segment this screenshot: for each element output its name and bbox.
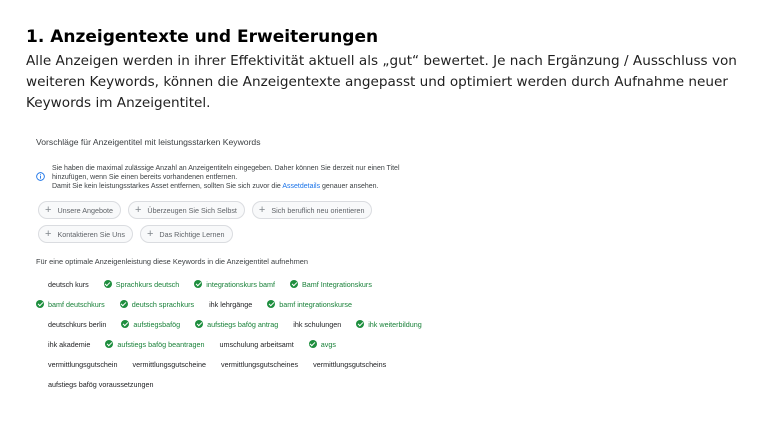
keyword-item[interactable]: Sprachkurs deutsch [103, 279, 180, 289]
keyword-item[interactable]: aufstiegs bafög beantragen [105, 340, 204, 349]
plus-icon: + [45, 203, 52, 216]
asset-details-link[interactable]: Assetdetails [282, 183, 320, 190]
keyword-item[interactable]: vermittlungsgutscheines [221, 360, 298, 369]
plus-icon: + [146, 227, 154, 240]
keyword-row: deutsch kurs Sprachkurs deutsch integrat… [36, 274, 476, 294]
keyword-label: umschulung arbeitsamt [219, 339, 294, 349]
keyword-list: deutsch kurs Sprachkurs deutsch integrat… [36, 274, 476, 394]
slide-title: 1. Anzeigentexte und Erweiterungen [26, 27, 379, 47]
check-circle-icon [195, 320, 204, 328]
keyword-label: vermittlungsgutschein [48, 359, 118, 369]
info-line-3: Damit Sie kein leistungsstarkes Asset en… [52, 182, 400, 191]
check-circle-icon [194, 280, 203, 288]
keyword-item[interactable]: aufstiegs bafög antrag [195, 320, 278, 329]
keyword-label: avgs [320, 339, 336, 349]
chip-unsere-angebote[interactable]: + Unsere Angebote [38, 201, 121, 219]
keyword-item[interactable]: Bamf Integrationskurs [290, 280, 372, 289]
keyword-label: ihk lehrgänge [209, 299, 253, 309]
keyword-item[interactable]: ihk akademie [48, 340, 90, 349]
check-circle-icon [290, 280, 298, 288]
keyword-item[interactable]: vermittlungsgutschein [48, 360, 118, 369]
keyword-label: deutsch kurs [48, 279, 89, 289]
keyword-label: ihk akademie [48, 339, 91, 349]
keyword-item[interactable]: deutschkurs berlin [48, 320, 106, 329]
slide-body-text: Alle Anzeigen werden in ihrer Effektivit… [26, 53, 737, 111]
keyword-item[interactable]: ihk lehrgänge [209, 300, 252, 309]
check-circle-icon [308, 340, 317, 348]
keyword-item[interactable]: ihk weiterbildung [356, 320, 422, 329]
keyword-item[interactable]: deutsch kurs [48, 280, 89, 289]
keyword-label: vermittlungsgutscheines [221, 359, 299, 369]
keyword-label: vermittlungsgutscheine [132, 359, 207, 369]
keyword-item[interactable]: bamf integrationskurse [267, 300, 352, 309]
chip-label: Unsere Angebote [57, 205, 113, 215]
keyword-label: aufstiegsbafög [133, 319, 181, 329]
check-circle-icon [119, 300, 128, 308]
chip-label: Kontaktieren Sie Uns [57, 229, 125, 239]
keyword-row: aufstiegs bafög voraussetzungen [36, 374, 476, 394]
chip-beruflich-neu-orientieren[interactable]: + Sich beruflich neu orientieren [251, 201, 373, 219]
keyword-item[interactable]: integrationskurs bamf [194, 280, 275, 289]
keywords-heading: Für eine optimale Anzeigenleistung diese… [36, 257, 308, 266]
info-icon [36, 172, 45, 181]
info-line-1: Sie haben die maximal zulässige Anzahl a… [52, 165, 400, 172]
chip-richtige-lernen[interactable]: + Das Richtige Lernen [139, 225, 233, 243]
keyword-item[interactable]: vermittlungsgutscheine [133, 360, 207, 369]
keyword-label: deutsch sprachkurs [131, 299, 195, 309]
suggestion-chips: + Unsere Angebote + Überzeugen Sie Sich Se… [38, 201, 438, 249]
chip-kontaktieren[interactable]: + Kontaktieren Sie Uns [38, 225, 133, 243]
keyword-label: vermittlungsgutscheins [313, 359, 387, 369]
keyword-label: ihk schulungen [293, 319, 342, 329]
keyword-item[interactable]: ihk schulungen [293, 320, 341, 329]
panel-title: Vorschläge für Anzeigentitel mit leistun… [36, 137, 261, 147]
check-circle-icon [121, 320, 130, 328]
keyword-item[interactable]: umschulung arbeitsamt [219, 340, 293, 349]
chip-label: Sich beruflich neu orientieren [271, 205, 365, 215]
keyword-label: aufstiegs bafög antrag [207, 319, 279, 329]
check-circle-icon [36, 300, 44, 308]
info-line-3-prefix: Damit Sie kein leistungsstarkes Asset en… [52, 183, 283, 191]
plus-icon: + [258, 203, 266, 216]
check-circle-icon [356, 320, 365, 328]
info-line-3-suffix: genauer ansehen. [320, 183, 379, 191]
keyword-label: integrationskurs bamf [206, 279, 275, 289]
chip-ueberzeugen[interactable]: + Überzeugen Sie Sich Selbst [127, 201, 245, 219]
keyword-label: aufstiegs bafög beantragen [117, 339, 205, 349]
keyword-row: bamf deutschkurs deutsch sprachkurs ihk … [36, 294, 476, 314]
keyword-label: aufstiegs bafög voraussetzungen [48, 379, 154, 389]
keyword-label: Bamf Integrationskurs [302, 279, 372, 289]
chip-label: Überzeugen Sie Sich Selbst [147, 205, 237, 215]
chip-label: Das Richtige Lernen [159, 229, 225, 239]
check-circle-icon [267, 300, 276, 308]
keyword-label: Sprachkurs deutsch [115, 279, 180, 289]
check-circle-icon [105, 340, 114, 348]
check-circle-icon [103, 280, 112, 288]
keyword-item[interactable]: avgs [308, 339, 336, 349]
plus-icon: + [134, 203, 142, 216]
keyword-row: ihk akademie aufstiegs bafög beantragen … [36, 334, 476, 354]
keyword-label: ihk weiterbildung [368, 319, 422, 329]
info-line-2: hinzufügen, wenn Sie einen bereits vorha… [52, 174, 238, 182]
keyword-item[interactable]: bamf deutschkurs [36, 300, 105, 309]
keyword-item[interactable]: vermittlungsgutscheins [313, 360, 386, 369]
keyword-label: bamf deutschkurs [48, 299, 105, 309]
keyword-item[interactable]: aufstiegs bafög voraussetzungen [48, 380, 154, 389]
keyword-label: deutschkurs berlin [48, 319, 107, 329]
plus-icon: + [45, 227, 52, 240]
keyword-row: vermittlungsgutschein vermittlungsgutsch… [36, 354, 476, 374]
keyword-item[interactable]: aufstiegsbafög [121, 320, 180, 329]
keyword-item[interactable]: deutsch sprachkurs [119, 299, 195, 309]
info-text: Sie haben die maximal zulässige Anzahl a… [52, 164, 400, 192]
keyword-label: bamf integrationskurse [279, 299, 352, 309]
keyword-row: deutschkurs berlin aufstiegsbafög aufsti… [36, 314, 476, 334]
